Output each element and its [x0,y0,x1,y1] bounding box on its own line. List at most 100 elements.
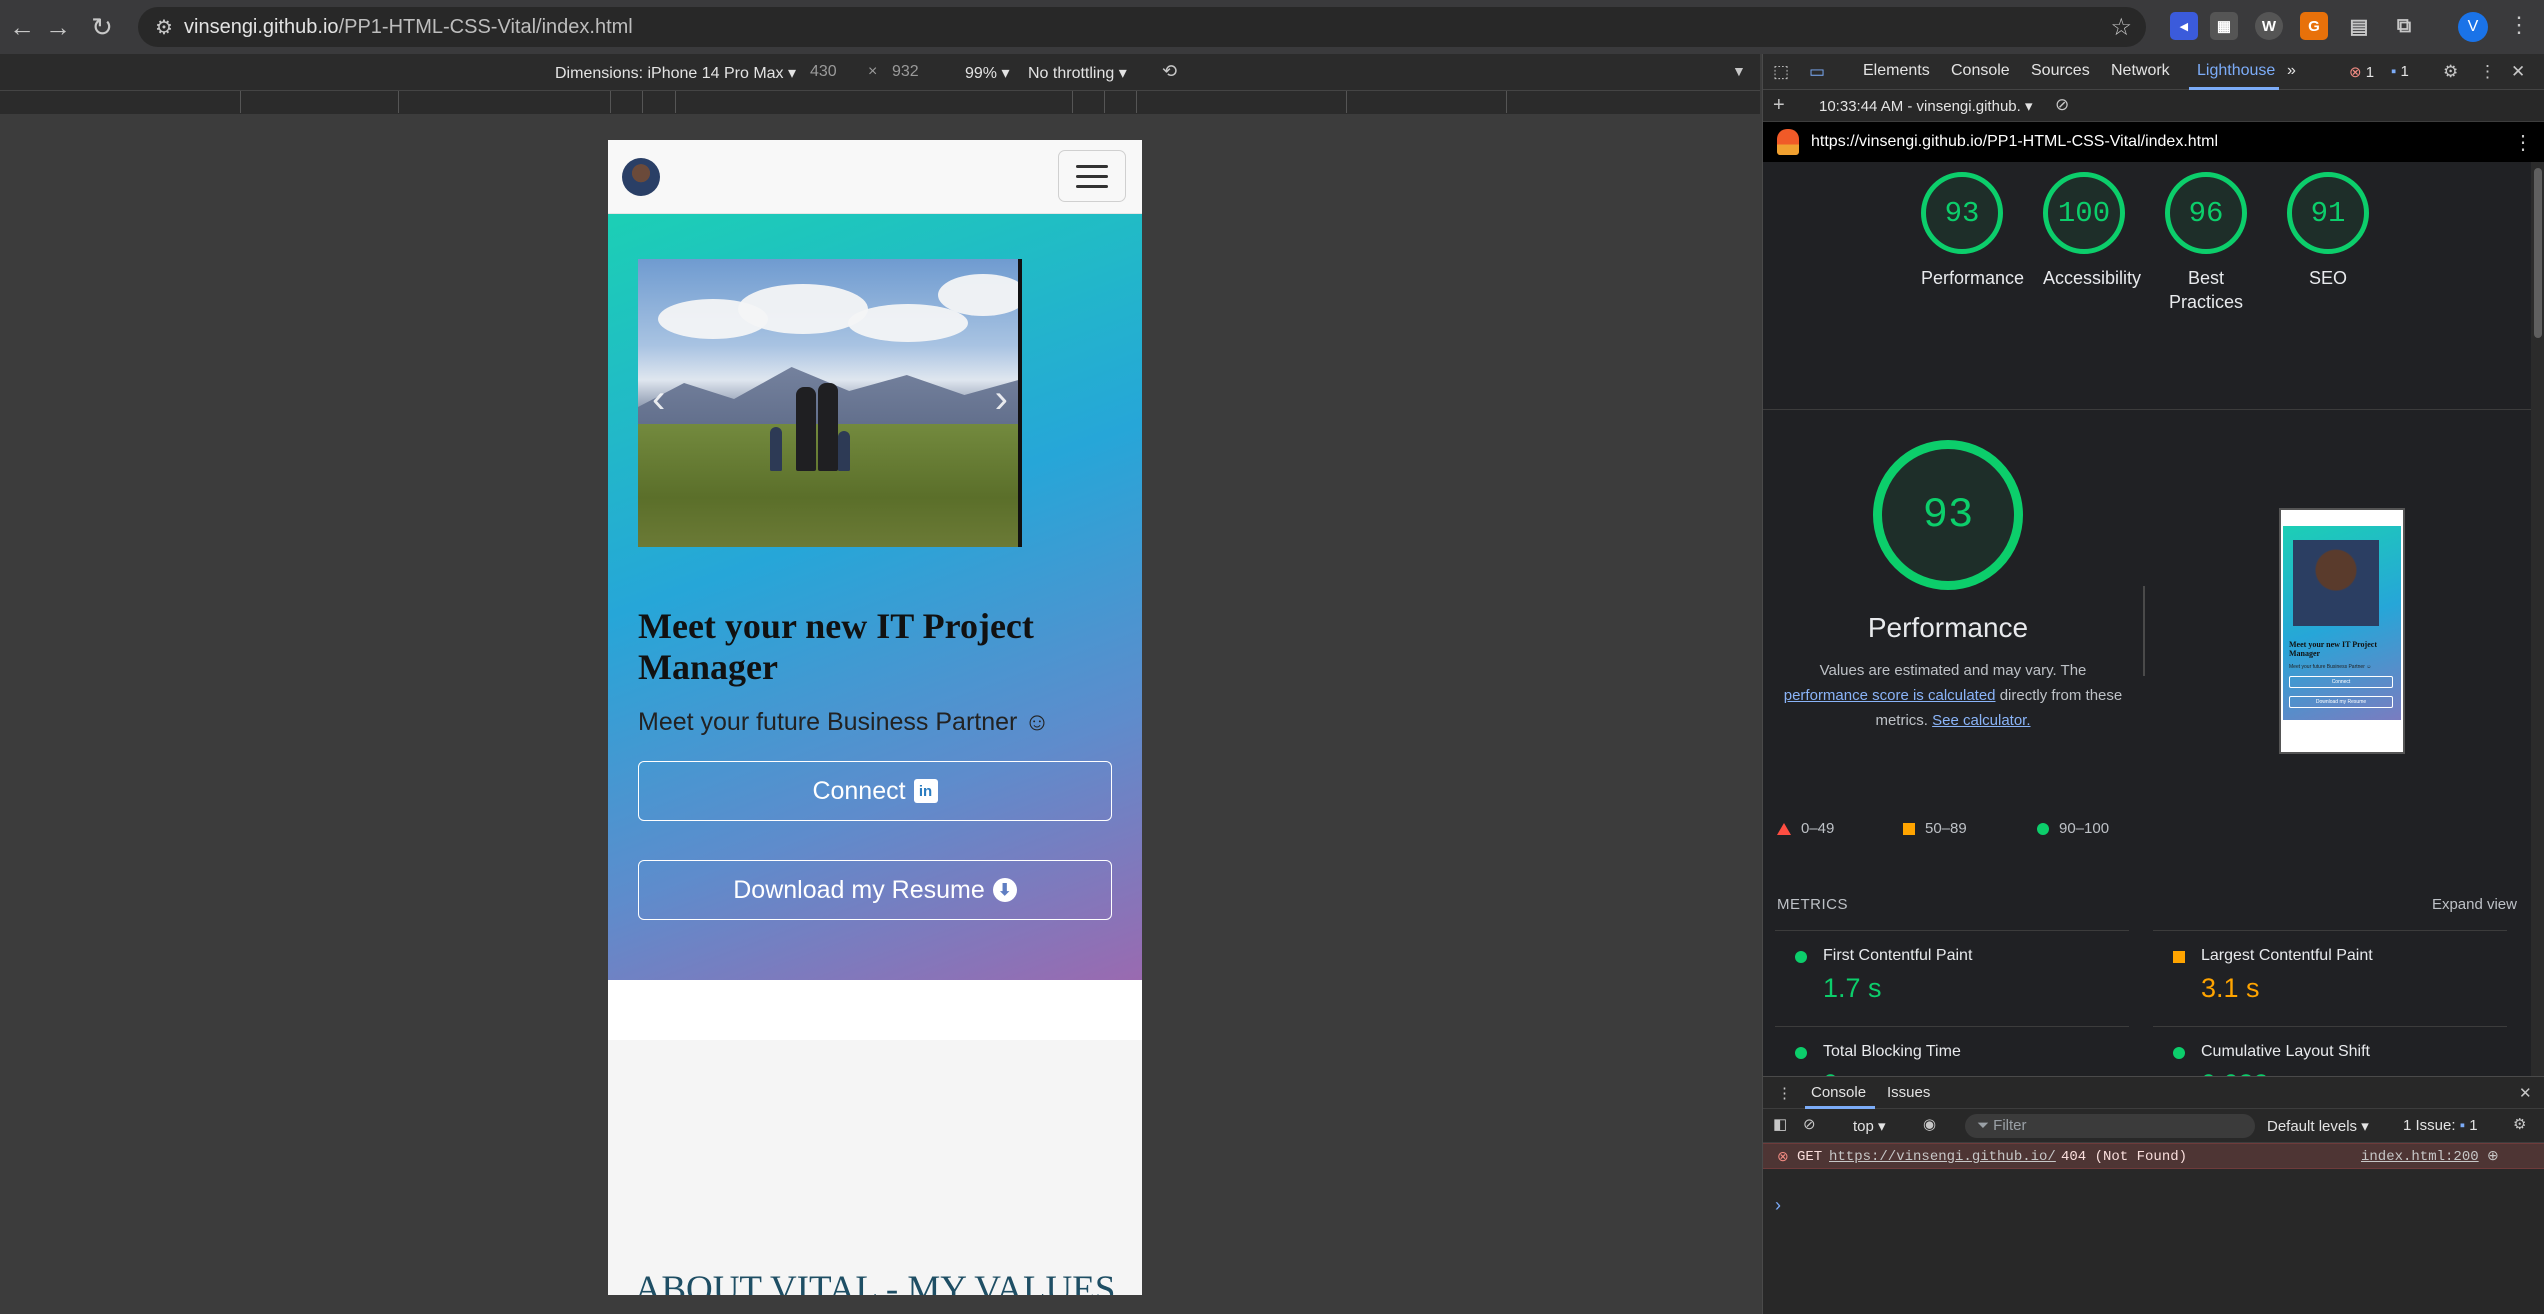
devtools-menu-icon[interactable]: ⋮ [2479,62,2496,82]
reload-icon[interactable]: ↻ [80,5,124,49]
cloud-download-icon: ⬇ [992,878,1017,902]
extension-icon[interactable]: G [2300,12,2328,40]
log-levels-select[interactable]: Default levels ▾ [2267,1117,2369,1135]
hero-subtitle: Meet your future Business Partner ☺ [638,708,1050,736]
about-section: ABOUT VITAL - MY VALUES [608,1040,1142,1295]
tab-console[interactable]: Console [1951,62,2010,80]
download-resume-button[interactable]: Download my Resume ⬇ [638,860,1112,920]
extension-icon[interactable]: ▤ [2345,12,2373,40]
extension-icon[interactable]: W [2255,12,2283,40]
error-source-link[interactable]: index.html:200 [2361,1149,2479,1165]
drawer-menu-icon[interactable]: ⋮ [1777,1084,1792,1102]
close-devtools-icon[interactable]: ✕ [2511,62,2525,82]
hero-section: ‹ › Meet your new IT Project Manager Mee… [608,214,1142,980]
inspect-element-icon[interactable]: ⬚ [1773,62,1789,82]
site-navbar [608,140,1142,214]
lighthouse-report: 93 Performance 100 Accessibility 96 Best… [1763,162,2531,1130]
forward-icon[interactable]: → [36,5,80,49]
tab-network[interactable]: Network [2111,62,2170,80]
thumbnail-button: Connect [2289,676,2393,688]
score-gauge-performance[interactable]: 93 Performance [1921,172,2024,290]
score-calculated-link[interactable]: performance score is calculated [1784,687,1996,704]
pass-circle-icon [1795,951,1807,963]
extensions-puzzle-icon[interactable]: ⧉ [2390,12,2418,40]
close-drawer-icon[interactable]: ✕ [2519,1084,2532,1102]
lighthouse-toolbar: + 10:33:44 AM - vinsengi.github. ▾ ⊘ [1763,90,2544,122]
score-gauge-accessibility[interactable]: 100 Accessibility [2043,172,2141,290]
device-dimensions-select[interactable]: Dimensions: iPhone 14 Pro Max ▾ [555,63,796,83]
fail-triangle-icon [1777,822,1791,835]
hamburger-menu-button[interactable] [1058,150,1126,202]
console-filter-input[interactable]: ⏷ Filter [1965,1114,2255,1138]
console-drawer: ⋮ Console Issues ✕ ◧ ⊘ top ▾ ◉ ⏷ Filter … [1763,1076,2544,1314]
final-screenshot-thumbnail[interactable]: Meet your new IT Project Manager Meet yo… [2279,508,2405,754]
extension-icon[interactable]: ▦ [2210,12,2238,40]
expand-view-toggle[interactable]: Expand view [2432,896,2517,913]
clear-reports-icon[interactable]: ⊘ [2055,95,2069,115]
score-gauge-best-practices[interactable]: 96 Best Practices [2165,172,2247,314]
clear-console-icon[interactable]: ⊘ [1803,1115,1816,1133]
device-width-input[interactable]: 430 [810,63,837,81]
thumbnail-button: Download my Resume [2289,696,2393,708]
sidebar-toggle-icon[interactable]: ◧ [1773,1115,1787,1133]
profile-avatar[interactable]: V [2458,12,2488,42]
report-select[interactable]: 10:33:44 AM - vinsengi.github. ▾ [1819,97,2033,115]
device-options-icon[interactable]: ▼ [1732,63,1746,79]
score-gauge-seo[interactable]: 91 SEO [2287,172,2369,290]
legend-average: 50–89 [1903,820,1967,837]
performance-big-gauge: 93 [1873,440,2023,590]
dimension-separator: × [868,63,878,80]
error-icon: ⊗ [1777,1148,1789,1164]
tab-lighthouse[interactable]: Lighthouse [2197,62,2275,80]
see-calculator-link[interactable]: See calculator. [1932,712,2030,729]
settings-gear-icon[interactable]: ⚙ [2443,62,2458,82]
hero-title: Meet your new IT Project Manager [638,606,1034,687]
error-status: 404 (Not Found) [2061,1149,2188,1165]
extension-icon[interactable]: ◂ [2170,12,2198,40]
browser-menu-icon[interactable]: ⋮ [2508,12,2530,38]
site-info-icon[interactable]: ⚙ [144,15,184,40]
context-select[interactable]: top ▾ [1853,1117,1886,1135]
console-prompt[interactable]: › [1775,1195,1781,1216]
tab-elements[interactable]: Elements [1863,62,1930,80]
live-expression-eye-icon[interactable]: ◉ [1923,1115,1936,1133]
site-logo-avatar[interactable] [622,158,660,196]
report-scrollbar[interactable] [2531,162,2544,1130]
metrics-header: METRICS [1777,896,1848,913]
browser-toolbar: ← → ↻ ⚙ vinsengi.github.io/PP1-HTML-CSS-… [0,0,2544,54]
rotate-icon[interactable]: ⟲ [1162,61,1177,82]
throttling-select[interactable]: No throttling ▾ [1028,63,1127,83]
report-menu-icon[interactable]: ⋮ [2513,130,2533,155]
legend-pass: 90–100 [2037,820,2109,837]
average-square-icon [1903,822,1915,835]
bookmark-star-icon[interactable]: ☆ [2110,13,2132,42]
pass-circle-icon [2173,1047,2185,1059]
device-toolbar-toggle-icon[interactable]: ▭ [1809,62,1825,82]
console-settings-icon[interactable]: ⚙ [2513,1115,2526,1133]
performance-title: Performance [1867,612,2029,643]
performance-description: Values are estimated and may vary. The p… [1783,662,2123,729]
legend-fail: 0–49 [1777,820,1834,837]
carousel-prev-icon[interactable]: ‹ [652,377,665,422]
carousel-next-icon[interactable]: › [995,377,1008,422]
url-host: vinsengi.github.io [184,15,339,38]
more-tabs-icon[interactable]: » [2287,62,2296,80]
device-height-input[interactable]: 932 [892,63,919,81]
thumbnail-subtitle: Meet your future Business Partner ☺ [2289,664,2372,670]
pass-circle-icon [2037,822,2049,835]
connect-label: Connect [812,776,906,805]
network-request-icon[interactable]: ⊕ [2487,1147,2499,1164]
device-toolbar: Dimensions: iPhone 14 Pro Max ▾ 430 × 93… [0,54,1760,90]
report-url[interactable]: https://vinsengi.github.io/PP1-HTML-CSS-… [1811,133,2218,151]
issues-counter[interactable]: 1 Issue: ▪ 1 [2403,1117,2478,1134]
drawer-tab-console[interactable]: Console [1811,1084,1866,1101]
message-count-badge[interactable]: ▪ 1 [2391,63,2409,80]
connect-button[interactable]: Connect in [638,761,1112,821]
drawer-tab-issues[interactable]: Issues [1887,1084,1930,1101]
new-report-icon[interactable]: + [1773,94,1785,117]
error-count-badge[interactable]: ⊗ 1 [2349,63,2374,81]
zoom-select[interactable]: 99% ▾ [965,63,1010,83]
error-url-link[interactable]: https://vinsengi.github.io/ [1829,1149,2056,1165]
address-bar[interactable]: ⚙ vinsengi.github.io/PP1-HTML-CSS-Vital/… [138,7,2146,47]
tab-sources[interactable]: Sources [2031,62,2090,80]
